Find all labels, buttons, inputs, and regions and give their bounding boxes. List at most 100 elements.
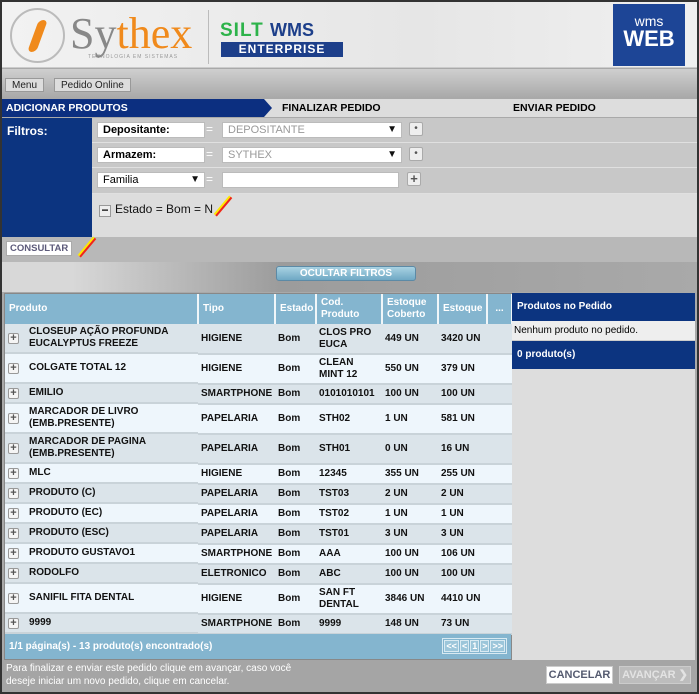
expand-plus-icon[interactable]: + bbox=[8, 332, 19, 344]
cell-estoque-coberto: 355 UN bbox=[382, 464, 438, 485]
footer-text: Para finalizar e enviar este pedido cliq… bbox=[6, 663, 292, 687]
filter-row-armazem: Armazem: = SYTHEX ▼ • bbox=[92, 143, 697, 168]
cell-cod-produto: TST01 bbox=[316, 524, 382, 545]
consultar-button[interactable]: CONSULTAR bbox=[6, 241, 73, 256]
table-row[interactable]: + EMILIO SMARTPHONE Bom 0101010101 100 UN 100 … bbox=[5, 384, 512, 405]
table-row[interactable]: + MLC HIGIENE Bom 12345 355 UN 255 UN bbox=[5, 464, 512, 485]
table-row[interactable]: + PRODUTO (C) PAPELARIA Bom TST03 2 UN 2 UN bbox=[5, 484, 512, 505]
table-row[interactable]: +9999 SMARTPHONE Bom 9999 148 UN 73 UN bbox=[5, 614, 512, 635]
cell-estado: Bom bbox=[275, 504, 316, 525]
table-row[interactable]: + MARCADOR DE PAGINA (EMB.PRESENTE) PAPELA… bbox=[5, 434, 512, 465]
filters-label: Filtros: bbox=[2, 118, 92, 237]
add-filter-button[interactable]: + bbox=[407, 172, 421, 186]
table-row[interactable]: + PRODUTO GUSTAVO1 SMARTPHONE Bom AAA 100 UN 1… bbox=[5, 544, 512, 565]
table-row[interactable]: + COLGATE TOTAL 12 HIGIENE Bom CLEAN MINT 12… bbox=[5, 354, 512, 385]
col-more[interactable]: ... bbox=[487, 294, 513, 324]
cell-estado: Bom bbox=[275, 484, 316, 505]
cell-estoque-coberto: 2 UN bbox=[382, 484, 438, 505]
remove-filter-icon[interactable]: − bbox=[99, 204, 111, 217]
product-name: COLGATE TOTAL 12 bbox=[29, 362, 127, 373]
cell-estoque-coberto: 148 UN bbox=[382, 614, 438, 635]
armazem-select[interactable]: SYTHEX ▼ bbox=[222, 147, 402, 163]
step-adicionar-produtos[interactable]: ADICIONAR PRODUTOS bbox=[2, 99, 272, 117]
col-estado[interactable]: Estado bbox=[275, 294, 317, 324]
table-row[interactable]: + SANIFIL FITA DENTAL HIGIENE Bom SAN FT DEN… bbox=[5, 584, 512, 615]
cell-tipo: HIGIENE bbox=[198, 464, 275, 485]
cell-tipo: SMARTPHONE bbox=[198, 544, 275, 565]
expand-plus-icon[interactable]: + bbox=[8, 507, 19, 519]
pager-button[interactable]: > bbox=[480, 640, 490, 652]
cancelar-button[interactable]: CANCELAR bbox=[546, 666, 613, 684]
expand-plus-icon[interactable]: + bbox=[8, 487, 19, 499]
products-table: Produto Tipo Estado Cod. Produto Estoque… bbox=[4, 293, 513, 660]
cell-cod-produto: 0101010101 bbox=[316, 384, 382, 405]
cell-produto: + EMILIO bbox=[5, 384, 198, 404]
cell-more bbox=[487, 484, 512, 505]
pager-button[interactable]: < bbox=[459, 640, 470, 652]
expand-plus-icon[interactable]: + bbox=[8, 567, 19, 579]
expand-plus-icon[interactable]: + bbox=[8, 387, 19, 399]
pager-text: 1/1 página(s) - 13 produto(s) encontrado… bbox=[9, 641, 213, 652]
product-name: PRODUTO (EC) bbox=[29, 507, 103, 518]
pager-button[interactable]: 1 bbox=[470, 640, 480, 652]
cell-tipo: SMARTPHONE bbox=[198, 384, 275, 405]
col-estoque[interactable]: Estoque bbox=[438, 294, 488, 324]
cell-cod-produto: ABC bbox=[316, 564, 382, 585]
cell-estoque-coberto: 3 UN bbox=[382, 524, 438, 545]
order-count: 0 produto(s) bbox=[512, 341, 695, 369]
cell-more bbox=[487, 404, 512, 435]
table-row[interactable]: + PRODUTO (ESC) PAPELARIA Bom TST01 3 UN 3 UN bbox=[5, 524, 512, 545]
header: Sythex TECNOLOGIA EM SISTEMAS SILT WMS E… bbox=[2, 2, 697, 68]
expand-plus-icon[interactable]: + bbox=[8, 617, 19, 629]
cell-estado: Bom bbox=[275, 464, 316, 485]
depositante-select[interactable]: DEPOSITANTE ▼ bbox=[222, 122, 402, 138]
expand-plus-icon[interactable]: + bbox=[8, 362, 19, 374]
pager-button[interactable]: << bbox=[444, 640, 459, 652]
col-cod-produto[interactable]: Cod. Produto bbox=[316, 294, 383, 324]
cell-more bbox=[487, 464, 512, 485]
expand-plus-icon[interactable]: + bbox=[8, 547, 19, 559]
cell-produto: + CLOSEUP AÇÃO PROFUNDA EUCALYPTUS FREEZE bbox=[5, 324, 198, 354]
cell-tipo: PAPELARIA bbox=[198, 524, 275, 545]
cell-cod-produto: STH02 bbox=[316, 404, 382, 435]
cell-more bbox=[487, 324, 512, 355]
lookup-button[interactable]: • bbox=[409, 122, 423, 136]
col-produto[interactable]: Produto bbox=[5, 294, 199, 324]
expand-plus-icon[interactable]: + bbox=[8, 412, 19, 424]
breadcrumb-menu[interactable]: Menu bbox=[5, 78, 45, 92]
ocultar-filtros-button[interactable]: OCULTAR FILTROS bbox=[276, 266, 416, 281]
expand-plus-icon[interactable]: + bbox=[8, 442, 19, 454]
avancar-button[interactable]: AVANÇAR ❯ bbox=[619, 666, 691, 684]
table-row[interactable]: + CLOSEUP AÇÃO PROFUNDA EUCALYPTUS FREEZE… bbox=[5, 324, 512, 355]
familia-input[interactable] bbox=[222, 172, 399, 188]
cell-estoque: 100 UN bbox=[438, 384, 487, 405]
familia-field-select[interactable]: Familia ▼ bbox=[97, 172, 205, 188]
table-row[interactable]: + MARCADOR DE LIVRO (EMB.PRESENTE) PAPELAR… bbox=[5, 404, 512, 435]
expand-plus-icon[interactable]: + bbox=[8, 592, 19, 604]
lookup-button[interactable]: • bbox=[409, 147, 423, 161]
cell-estoque: 16 UN bbox=[438, 434, 487, 465]
cell-more bbox=[487, 564, 512, 585]
pager-button[interactable]: >> bbox=[490, 640, 505, 652]
pager-buttons: << <1 > >> bbox=[442, 638, 507, 654]
badge-line-2: WEB bbox=[623, 26, 675, 51]
cell-produto: + PRODUTO (C) bbox=[5, 484, 198, 504]
filter-row-familia: Familia ▼ = + bbox=[92, 168, 697, 194]
step-enviar-pedido[interactable]: ENVIAR PEDIDO bbox=[509, 99, 596, 117]
table-row[interactable]: + PRODUTO (EC) PAPELARIA Bom TST02 1 UN 1 UN bbox=[5, 504, 512, 525]
col-tipo[interactable]: Tipo bbox=[198, 294, 276, 324]
brand-sub: TECNOLOGIA EM SISTEMAS bbox=[88, 54, 179, 60]
col-estoque-coberto[interactable]: Estoque Coberto bbox=[382, 294, 439, 324]
cell-tipo: HIGIENE bbox=[198, 354, 275, 385]
order-empty-text: Nenhum produto no pedido. bbox=[512, 321, 695, 341]
cell-produto: + SANIFIL FITA DENTAL bbox=[5, 584, 198, 614]
chevron-down-icon: ▼ bbox=[387, 149, 397, 160]
breadcrumb-pedido-online[interactable]: Pedido Online bbox=[54, 78, 131, 92]
expand-plus-icon[interactable]: + bbox=[8, 467, 19, 479]
cell-estado: Bom bbox=[275, 544, 316, 565]
table-row[interactable]: + RODOLFO ELETRONICO Bom ABC 100 UN 100 UN bbox=[5, 564, 512, 585]
cell-produto: + MLC bbox=[5, 464, 198, 484]
expand-plus-icon[interactable]: + bbox=[8, 527, 19, 539]
cell-estoque: 4410 UN bbox=[438, 584, 487, 615]
step-finalizar-pedido[interactable]: FINALIZAR PEDIDO bbox=[278, 99, 381, 117]
